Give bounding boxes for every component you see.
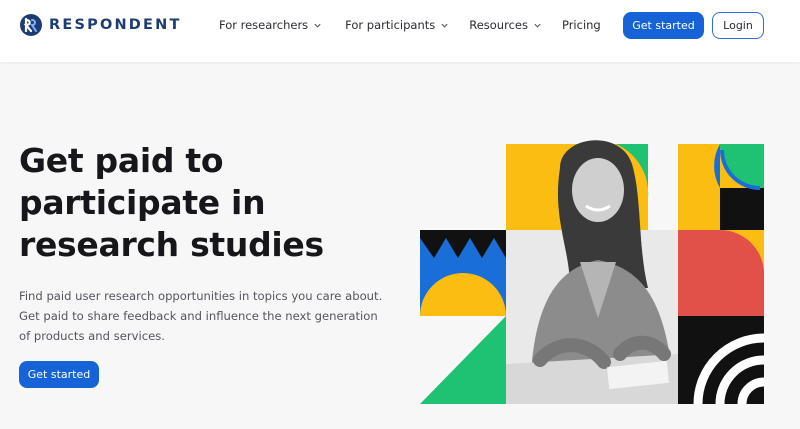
brand-logo[interactable]: RESPONDENT [19, 13, 182, 37]
nav-item-label: Resources [469, 18, 528, 32]
brand-name: RESPONDENT [49, 17, 182, 33]
hero-illustration [420, 140, 765, 404]
hero-title-line: Get paid to [19, 141, 224, 180]
site-header: RESPONDENT For researchers For participa… [0, 0, 800, 62]
main-nav: For researchers For participants Resourc… [219, 18, 601, 32]
nav-item-resources[interactable]: Resources [469, 18, 542, 32]
nav-item-label: For researchers [219, 18, 309, 32]
chevron-down-icon [534, 23, 541, 28]
hero-title: Get paid to participate in research stud… [19, 140, 379, 266]
hero-description-line: of products and services. [19, 329, 165, 343]
respondent-logo-icon [20, 14, 42, 36]
header-get-started-button[interactable]: Get started [623, 12, 704, 39]
hero-title-line: research studies [19, 225, 324, 264]
hero-title-line: participate in [19, 183, 266, 222]
hero-description: Find paid user research opportunities in… [19, 286, 383, 346]
login-button[interactable]: Login [712, 12, 764, 39]
nav-item-label: Pricing [561, 18, 601, 32]
chevron-down-icon [441, 23, 448, 28]
hero-get-started-button[interactable]: Get started [19, 361, 99, 388]
nav-item-for-researchers[interactable]: For researchers [219, 18, 322, 32]
nav-item-pricing[interactable]: Pricing [562, 18, 601, 32]
hero-description-line: Find paid user research opportunities in… [19, 289, 383, 303]
nav-item-for-participants[interactable]: For participants [345, 18, 449, 32]
chevron-down-icon [314, 23, 321, 28]
hero-description-line: Get paid to share feedback and influence… [19, 309, 378, 323]
nav-item-label: For participants [345, 18, 436, 32]
